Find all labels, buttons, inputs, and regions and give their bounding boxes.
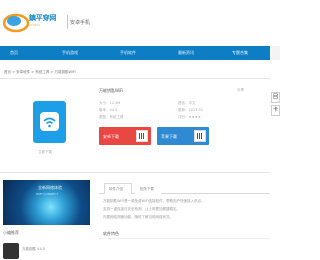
banner-title: 全新网络体验 (38, 185, 62, 190)
detail-tabs: 软件介绍 相关下载 (99, 183, 270, 194)
section-heading: 软件特色 (103, 231, 119, 236)
promo-banner[interactable]: 全新网络体验 WIFI CONNECT (3, 180, 90, 225)
app-title: 万能钥匙WiFi (99, 88, 124, 93)
nav-item-news[interactable]: 最新资讯 (178, 50, 194, 56)
nav-item-home[interactable]: 首页 (10, 50, 18, 56)
meta-type: 类型：系统工具 (99, 115, 124, 119)
description-line: 内置网络测速功能，随时了解当前网络状况。 (103, 215, 173, 219)
breadcrumb[interactable]: 首页 > 安卓软件 > 系统工具 > 万能钥匙WiFi (4, 70, 76, 75)
android-download-label: 安卓下载 (103, 134, 119, 139)
related-app-label[interactable]: 万能钥匙 V4.5 (22, 247, 45, 252)
site-header: 鎮平穿网 CHUKI 安卓手机 (0, 0, 280, 46)
tab-intro[interactable]: 软件介绍 (104, 183, 132, 194)
nav-item-topics[interactable]: 专题合集 (232, 50, 248, 56)
tab-related[interactable]: 相关下载 (135, 183, 161, 194)
qr-code-icon (194, 130, 206, 142)
related-app-thumbnail[interactable] (3, 243, 19, 259)
meta-updated: 更新：2023-01 (178, 108, 204, 112)
scrollbar-track[interactable] (271, 46, 280, 60)
icon-caption[interactable]: 立即下载 (38, 150, 52, 155)
description-line: 支持一键连接与安全检测，让上网更加便捷稳定。 (103, 207, 180, 211)
channel-label: 安卓手机 (70, 20, 91, 26)
banner-caption: 小编推荐 (3, 230, 19, 235)
side-tool-top[interactable]: 回 (271, 92, 280, 103)
logo-subtitle: CHUKI (29, 23, 40, 27)
divider (99, 238, 270, 239)
meta-language: 语言：中文 (178, 101, 196, 105)
wifi-icon (40, 112, 59, 131)
logo-divider (67, 15, 68, 29)
logo-text[interactable]: 鎮平穿网 (29, 13, 56, 23)
meta-version: 版本：V4.5 (99, 108, 118, 112)
main-nav: 首页 手机游戏 手机软件 最新资讯 专题合集 (0, 46, 270, 60)
qr-code-icon (136, 130, 148, 142)
ios-download-label: 苹果下载 (161, 134, 177, 139)
description-line: 万能钥匙WiFi是一款免费WiFi连接软件，帮助用户快速接入热点。 (103, 199, 205, 203)
logo-icon[interactable] (3, 11, 31, 33)
nav-item-games[interactable]: 手机游戏 (62, 50, 78, 56)
meta-rating: 评分：★★★★ (178, 115, 202, 119)
app-icon[interactable] (33, 101, 66, 143)
nav-item-apps[interactable]: 手机软件 (120, 50, 136, 56)
side-tool-feedback[interactable]: 卡 (271, 105, 280, 116)
android-download-button[interactable]: 安卓下载 (99, 127, 151, 145)
share-link[interactable]: 分享 (237, 88, 244, 93)
ios-download-button[interactable]: 苹果下载 (157, 127, 209, 145)
meta-size: 大小：12.5M (99, 101, 121, 105)
banner-subtitle: WIFI CONNECT (36, 192, 59, 196)
